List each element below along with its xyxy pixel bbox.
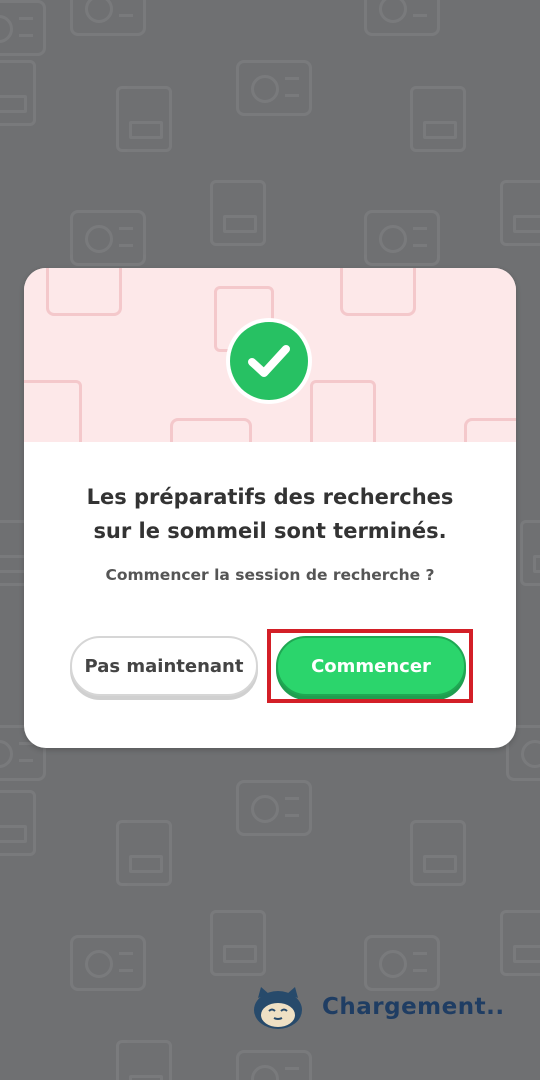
pattern-document-icon — [0, 790, 36, 856]
pattern-document-icon — [500, 910, 540, 976]
header-pattern-icon — [170, 418, 252, 442]
dialog-header-banner — [24, 268, 516, 442]
pattern-card-icon — [364, 210, 440, 266]
pattern-card-icon — [70, 935, 146, 991]
loading-text: Chargement.. — [322, 994, 505, 1020]
header-pattern-icon — [46, 268, 122, 316]
pattern-document-icon — [0, 60, 36, 126]
checkmark-icon — [230, 322, 308, 400]
pattern-card-icon — [236, 1050, 312, 1080]
header-pattern-icon — [464, 418, 516, 442]
pattern-card-icon — [0, 0, 46, 56]
snorlax-icon — [252, 984, 304, 1030]
header-pattern-icon — [24, 380, 82, 442]
dialog-title: Les préparatifs des recherches sur le so… — [24, 480, 516, 548]
pattern-document-icon — [210, 910, 266, 976]
dialog-title-line: Les préparatifs des recherches — [86, 485, 454, 509]
pattern-card-icon — [70, 0, 146, 36]
pattern-document-icon — [500, 180, 540, 246]
pattern-document-icon — [116, 820, 172, 886]
not-now-button[interactable]: Pas maintenant — [70, 636, 258, 696]
pattern-card-icon — [236, 60, 312, 116]
pattern-card-icon — [70, 210, 146, 266]
pattern-card-icon — [364, 0, 440, 36]
dialog-subtitle: Commencer la session de recherche ? — [105, 566, 435, 584]
loading-indicator: Chargement.. — [252, 982, 522, 1032]
pattern-document-icon — [410, 820, 466, 886]
dialog-title-line: sur le sommeil sont terminés. — [93, 519, 447, 543]
pattern-document-icon — [116, 86, 172, 152]
pattern-document-icon — [210, 180, 266, 246]
pattern-document-icon — [116, 1040, 172, 1080]
header-pattern-icon — [340, 268, 416, 316]
start-button[interactable]: Commencer — [276, 636, 466, 696]
success-badge — [226, 318, 312, 404]
research-ready-dialog: Les préparatifs des recherches sur le so… — [24, 268, 516, 748]
pattern-card-icon — [236, 780, 312, 836]
pattern-document-icon — [520, 520, 540, 586]
pattern-document-icon — [410, 86, 466, 152]
header-pattern-icon — [310, 380, 376, 442]
